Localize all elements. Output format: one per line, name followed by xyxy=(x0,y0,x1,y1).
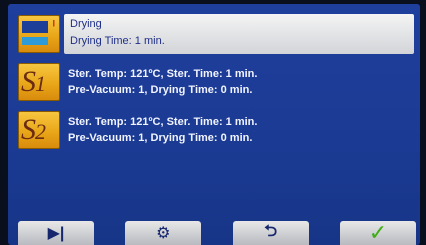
program-detail: Drying Time: 1 min. xyxy=(70,35,165,47)
play-icon: ▶| xyxy=(47,225,65,242)
heat-mark-icon: ᴵ xyxy=(52,17,55,33)
gear-icon: ⚙ xyxy=(156,225,171,242)
program-row-drying[interactable]: ᴵ Drying Drying Time: 1 min. xyxy=(18,14,414,54)
program-s1-icon: S1 xyxy=(18,63,60,101)
drying-bar-icon xyxy=(22,21,48,33)
program-s1-line1: Ster. Temp: 121ºC, Ster. Time: 1 min. xyxy=(68,68,258,80)
bottom-toolbar: ▶| ⚙ ⮌ ✓ xyxy=(8,213,420,245)
display-screen: ᴵ Drying Drying Time: 1 min. S1 Ster. Te… xyxy=(8,4,420,245)
confirm-button[interactable]: ✓ xyxy=(339,220,416,245)
program-row-s2[interactable]: S2 Ster. Temp: 121ºC, Ster. Time: 1 min.… xyxy=(18,110,414,150)
drying-program-icon: ᴵ xyxy=(18,15,60,53)
check-icon: ✓ xyxy=(368,220,388,245)
program-s2-icon: S2 xyxy=(18,111,60,149)
program-s1-details: Ster. Temp: 121ºC, Ster. Time: 1 min. Pr… xyxy=(64,66,414,98)
program-name: Drying xyxy=(70,18,102,30)
start-button[interactable]: ▶| xyxy=(18,221,94,245)
settings-button[interactable]: ⚙ xyxy=(125,221,202,245)
back-button[interactable]: ⮌ xyxy=(232,221,309,245)
return-icon: ⮌ xyxy=(264,222,278,240)
program-row-s1[interactable]: S1 Ster. Temp: 121ºC, Ster. Time: 1 min.… xyxy=(18,62,414,102)
program-s2-line2: Pre-Vacuum: 1, Drying Time: 0 min. xyxy=(68,132,253,144)
program-s2-line1: Ster. Temp: 121ºC, Ster. Time: 1 min. xyxy=(68,116,258,128)
water-bar-icon xyxy=(22,37,48,45)
program-s1-line2: Pre-Vacuum: 1, Drying Time: 0 min. xyxy=(68,84,253,96)
program-s2-details: Ster. Temp: 121ºC, Ster. Time: 1 min. Pr… xyxy=(64,114,414,146)
selected-program-panel[interactable]: Drying Drying Time: 1 min. xyxy=(64,14,414,54)
